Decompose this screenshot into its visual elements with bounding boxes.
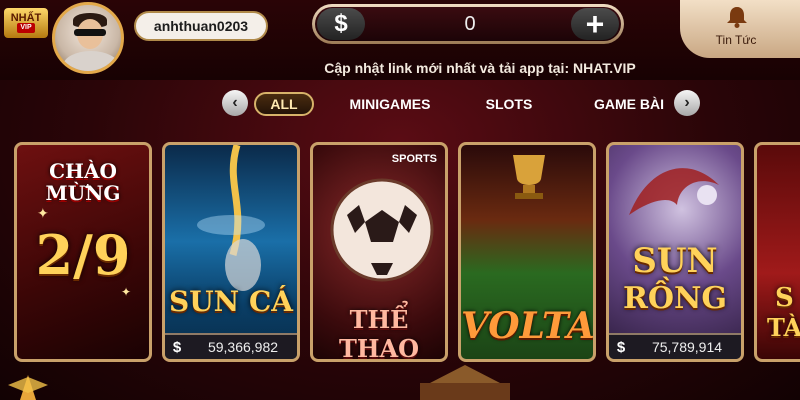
tab-slots[interactable]: SLOTS: [474, 92, 544, 116]
bell-icon: [724, 4, 750, 32]
logo-sub-text: VIP: [17, 23, 35, 33]
game-card-sun-ca[interactable]: SUN CÁ $ 59,366,982: [162, 142, 300, 362]
card-big-text: 2/9: [35, 223, 131, 287]
card-title: SUN CÁ: [169, 285, 293, 318]
dollar-icon[interactable]: $: [317, 8, 365, 40]
dollar-icon: $: [172, 338, 182, 356]
add-funds-button[interactable]: +: [571, 8, 619, 40]
sports-badge: SPORTS: [391, 153, 437, 165]
card-title-line2: MỪNG: [45, 181, 121, 205]
app-logo: NHẤT VIP: [4, 8, 48, 38]
chevron-left-icon[interactable]: ‹: [222, 90, 248, 116]
game-card-the-thao[interactable]: SPORTS THỂ THAO: [310, 142, 448, 362]
card-title: VOLTA: [461, 305, 595, 347]
logo-main-text: NHẤT: [10, 12, 42, 24]
dragon-illustration: [629, 168, 719, 215]
tab-all[interactable]: ALL: [254, 92, 314, 116]
trophy-icon: [513, 155, 545, 199]
tab-minigames[interactable]: MINIGAMES: [342, 92, 438, 116]
chevron-right-icon[interactable]: ›: [674, 90, 700, 116]
tab-game-bai[interactable]: GAME BÀI: [584, 92, 674, 116]
star-icon: ✦: [121, 285, 132, 299]
announcement-text: Cập nhật link mới nhất và tải app tại: N…: [324, 60, 636, 76]
balance-bar: $ 0 +: [312, 4, 624, 44]
balance-value: 0: [464, 12, 476, 35]
dollar-icon: $: [616, 338, 626, 356]
card-title-line2: RỒNG: [622, 281, 728, 316]
category-tabs: ‹ ALL MINIGAMES SLOTS GAME BÀI ›: [222, 90, 700, 118]
card-title-line2: TÀ: [767, 313, 800, 342]
game-card-sun-rong[interactable]: SUN RỒNG $ 75,789,914: [606, 142, 744, 362]
news-button[interactable]: Tin Tức: [680, 0, 800, 58]
soccer-ball-icon: [330, 178, 434, 282]
card-title: THỂ THAO: [338, 305, 420, 362]
bottom-decoration: [8, 365, 510, 400]
game-card-volta[interactable]: VOLTA: [458, 142, 596, 362]
card-title-line1: CHÀO: [49, 159, 117, 183]
news-label: Tin Tức: [715, 33, 757, 47]
card-title-line1: S: [775, 283, 794, 313]
username-label[interactable]: anhthuan0203: [134, 11, 268, 41]
card-title-line1: SUN: [632, 241, 718, 281]
jackpot-amount: 75,789,914: [651, 339, 723, 355]
game-card-partial[interactable]: S TÀ: [754, 142, 800, 362]
game-card-chao-mung[interactable]: CHÀO MỪNG 2/9 ✦ ✦: [14, 142, 152, 362]
avatar[interactable]: [52, 2, 124, 74]
star-icon: ✦: [37, 205, 49, 221]
jackpot-amount: 59,366,982: [207, 339, 279, 355]
